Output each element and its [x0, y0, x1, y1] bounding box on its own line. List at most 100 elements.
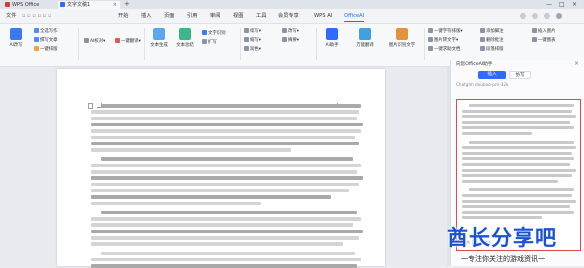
text-generate-button[interactable]: 文本生成	[146, 26, 172, 48]
close-tab-icon[interactable]: ×	[113, 1, 117, 9]
ribbon-btn-3[interactable]: AI校对▾	[84, 38, 105, 45]
ribbon-btn-9[interactable]: 润色▾	[244, 46, 261, 53]
ribbon-btn-11[interactable]: 摘要▾	[282, 37, 299, 44]
ribbon-btn-18[interactable]: 插入图片	[532, 28, 556, 35]
chevron-down-icon: ▾	[258, 47, 262, 52]
ribbon-btn-8-label: 缩写	[250, 38, 259, 43]
text-line	[91, 141, 359, 146]
footnote-icon	[480, 28, 485, 33]
ribbon-btn-6[interactable]: 扩写	[202, 39, 217, 46]
ai-text-line	[462, 205, 570, 209]
ribbon-btn-12-label: 一键字符排版	[434, 29, 461, 34]
ribbon-btn-7[interactable]: 续写▾	[244, 28, 261, 35]
insert-button[interactable]: 插入	[478, 71, 506, 79]
ribbon-btn-1-label: 撰写文章	[40, 38, 58, 43]
ai-text-line	[462, 210, 574, 214]
doc-icon	[34, 28, 39, 33]
menu-file[interactable]: 文件	[6, 9, 16, 23]
doc-icon	[34, 37, 39, 42]
menu-insert[interactable]: 插入	[141, 9, 151, 23]
close-window-icon[interactable]: ×	[572, 0, 577, 9]
ribbon-btn-5-label: 文字识别	[208, 31, 226, 36]
ribbon-btn-2[interactable]: 一键排版	[34, 46, 58, 53]
text-line	[91, 122, 363, 127]
ribbon-btn-15[interactable]: 添加脚注	[480, 28, 504, 35]
text-line	[91, 236, 359, 240]
menu-wps-ai[interactable]: WPS AI	[314, 9, 332, 23]
paragraph-handle-icon[interactable]	[88, 103, 93, 109]
ribbon-btn-17[interactable]: 段落排版	[480, 46, 504, 53]
menu-member[interactable]: 会员专享	[278, 9, 299, 23]
close-panel-icon[interactable]: ×	[574, 60, 579, 67]
image-to-text-icon	[428, 37, 433, 42]
text-line	[91, 116, 357, 121]
ribbon-btn-8[interactable]: 缩写▾	[244, 37, 261, 44]
ai-text-line	[462, 179, 558, 183]
menu-office-ai[interactable]: OfficeAI	[344, 9, 365, 22]
ribbon-btn-19[interactable]: 一键图表	[532, 37, 556, 44]
menu-review[interactable]: 审阅	[210, 9, 220, 23]
menu-tools[interactable]: 工具	[256, 9, 266, 23]
summary-icon	[282, 37, 287, 42]
ai-text-line	[469, 188, 574, 192]
ocr-icon	[202, 30, 207, 35]
ribbon-divider	[424, 28, 425, 60]
ribbon-btn-10[interactable]: 改写▾	[282, 28, 299, 35]
ribbon-divider	[316, 28, 317, 60]
imitate-button[interactable]: 仿写	[509, 71, 531, 79]
ribbon-btn-0-label: 全选写作	[40, 29, 58, 34]
text-line	[91, 223, 353, 227]
help-doc-icon	[428, 46, 433, 51]
menu-page[interactable]: 页面	[164, 9, 174, 23]
translate-button[interactable]: 万能翻译	[352, 26, 378, 48]
ribbon-btn-4-label: 一键翻译	[121, 39, 139, 44]
menu-view[interactable]: 视图	[233, 9, 243, 23]
ribbon-btn-12[interactable]: 一键字符排版▾	[428, 28, 463, 35]
chevron-down-icon: ▾	[296, 38, 300, 43]
text-line	[91, 257, 361, 262]
ribbon-btn-3-label: AI校对	[90, 39, 104, 44]
notification-icon[interactable]	[544, 13, 550, 19]
ribbon-btn-13[interactable]: 图片转文字▾	[428, 37, 458, 44]
ribbon-btn-0[interactable]: 全选写作	[34, 28, 58, 35]
chevron-down-icon: ▾	[460, 29, 463, 34]
text-line	[91, 201, 261, 206]
ai-text-line	[462, 151, 572, 155]
ai-assistant-button[interactable]: Ai助手	[319, 26, 345, 48]
text-line	[91, 182, 359, 187]
text-line	[91, 129, 361, 133]
text-line	[91, 148, 291, 152]
ribbon-btn-16[interactable]: 删除批注	[480, 37, 504, 44]
model-selector[interactable]: Chatglm doubao-pro-32k	[456, 82, 508, 87]
translate-label: 万能翻译	[356, 43, 374, 48]
maximize-icon[interactable]: □	[559, 0, 565, 9]
chevron-down-icon: ▾	[103, 39, 106, 44]
expand-icon	[202, 39, 207, 44]
document-tab[interactable]: 文字文稿1 ×	[58, 1, 120, 9]
ai-rewrite-button[interactable]: AI改写	[3, 26, 29, 48]
ai-text-line	[462, 194, 572, 197]
text-line	[101, 210, 357, 215]
menu-home[interactable]: 开始	[118, 9, 128, 23]
ai-rewrite-label: AI改写	[9, 43, 23, 48]
minimize-icon[interactable]: —	[546, 0, 552, 9]
home-tab[interactable]: WPS Office	[3, 1, 55, 9]
text-line	[91, 176, 363, 180]
text-line	[101, 104, 361, 108]
ribbon-btn-4[interactable]: 一键翻译▾	[115, 38, 141, 45]
sync-icon[interactable]	[520, 13, 526, 19]
ribbon-btn-1[interactable]: 撰写文章	[34, 37, 58, 44]
new-tab-icon[interactable]: +	[124, 0, 130, 9]
ribbon-btn-5[interactable]: 文字识别	[202, 30, 226, 37]
avatar[interactable]	[556, 13, 562, 19]
ai-text-line	[462, 120, 570, 124]
menu-quick-tools[interactable]: ▫ ▫ ▫ ▫ ▫ ▫	[22, 9, 51, 23]
text-generate-label: 文本生成	[150, 43, 168, 48]
ai-text-line	[462, 109, 572, 113]
document-page[interactable]	[57, 69, 385, 268]
text-summary-button[interactable]: 文本总结	[172, 26, 198, 48]
share-icon[interactable]	[532, 13, 538, 19]
image-ocr-button[interactable]: 图片识别文字	[384, 26, 420, 48]
ribbon-btn-14[interactable]: 一键求助文档	[428, 46, 460, 53]
menu-reference[interactable]: 引用	[187, 9, 197, 23]
